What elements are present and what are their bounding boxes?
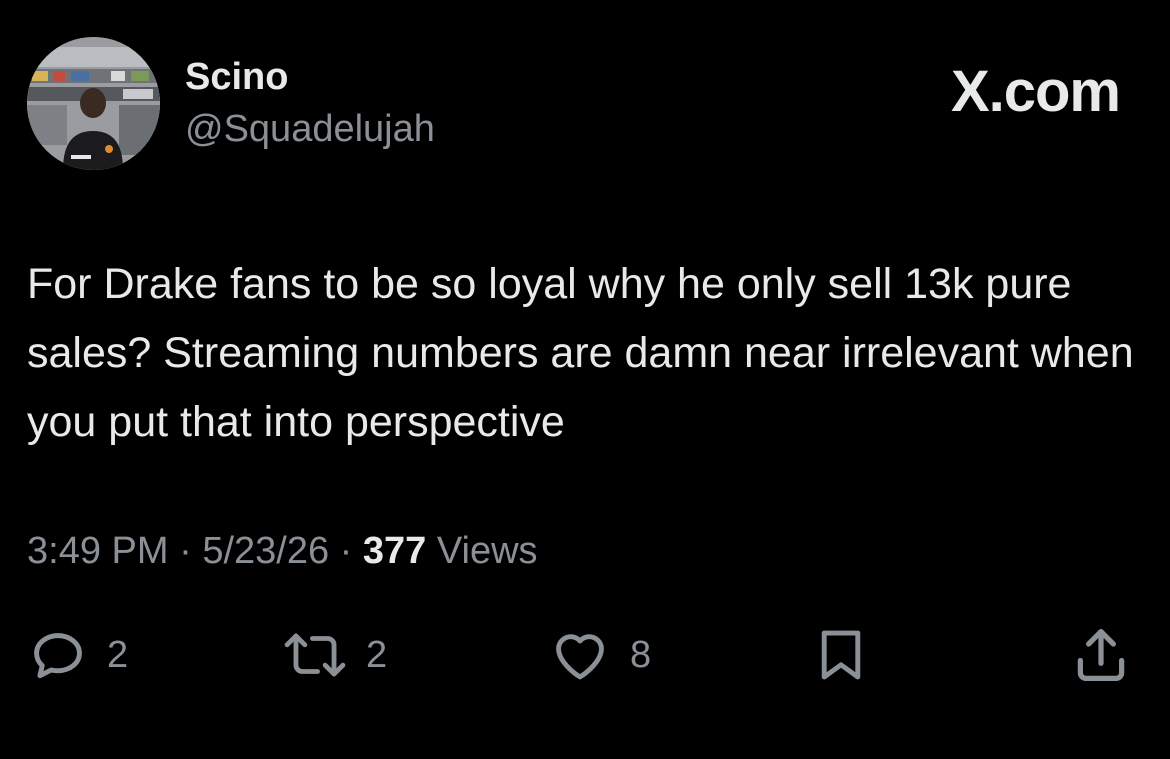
like-button[interactable]: 8 [548, 620, 651, 690]
views-label: Views [436, 530, 538, 572]
views-count: 377 [362, 530, 427, 572]
meta-separator: · [339, 530, 353, 572]
tweet-date[interactable]: 5/23/26 [202, 530, 329, 572]
reply-button[interactable]: 2 [27, 620, 128, 690]
tweet-meta: 3:49 PM · 5/23/26 · 377 Views [27, 530, 538, 573]
profile-photo-icon [27, 37, 160, 170]
author-display-name[interactable]: Scino [185, 56, 288, 99]
tweet-time[interactable]: 3:49 PM [27, 530, 169, 572]
meta-separator: · [179, 530, 192, 572]
bookmark-icon [821, 630, 861, 680]
brand-logo: X.com [950, 59, 1121, 124]
repost-icon [284, 633, 346, 677]
action-bar: 2 2 8 [0, 620, 1170, 690]
like-count: 8 [630, 633, 652, 676]
reply-count: 2 [107, 633, 129, 676]
repost-button[interactable]: 2 [282, 620, 387, 690]
bookmark-button[interactable] [810, 620, 872, 690]
share-button[interactable] [1068, 620, 1134, 690]
share-icon [1077, 629, 1125, 681]
tweet-text: For Drake fans to be so loyal why he onl… [27, 260, 1134, 446]
author-handle[interactable]: @Squadelujah [185, 108, 435, 151]
reply-icon [34, 633, 82, 679]
repost-count: 2 [366, 633, 388, 676]
heart-icon [556, 634, 604, 680]
avatar[interactable] [27, 37, 160, 170]
